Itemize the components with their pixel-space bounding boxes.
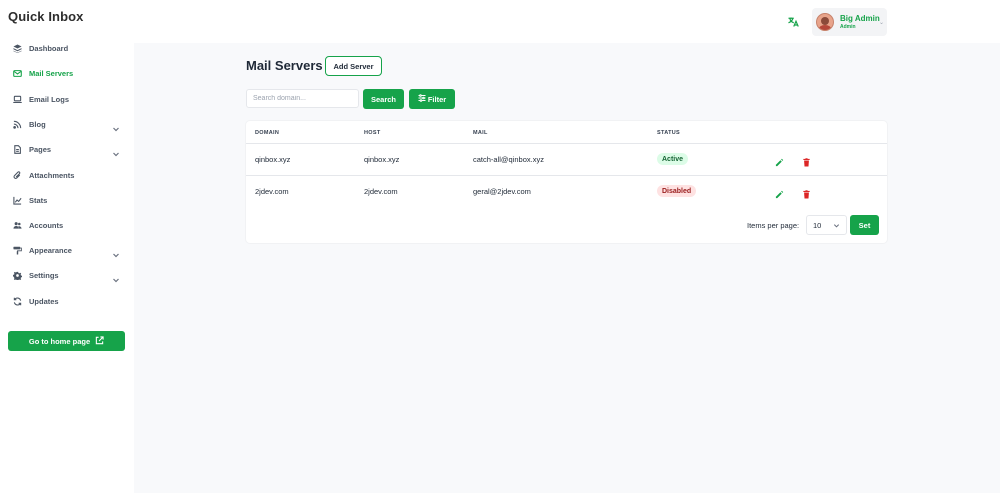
domain-cell: qinbox.xyz [255,155,291,164]
external-link-icon [95,335,104,347]
sidebar-item-label: Blog [29,119,46,129]
status-badge: Active [657,153,689,165]
sidebar-item-appearance[interactable]: Appearance [0,240,134,260]
mail-servers-table: DOMAIN HOST MAIL STATUS qinbox.xyz qinbo… [246,121,887,243]
domain-cell: 2jdev.com [255,187,289,196]
file-icon [12,144,22,154]
users-icon [12,220,22,230]
sidebar-item-pages[interactable]: Pages [0,139,134,159]
go-to-home-button[interactable]: Go to home page [8,331,125,351]
items-per-page-label: Items per page: [747,221,800,230]
items-per-page-value: 10 [813,220,822,230]
sidebar-item-label: Pages [29,144,52,154]
sidebar-item-updates[interactable]: Updates [0,291,134,311]
app-title: Quick Inbox [8,9,84,24]
sidebar-item-accounts[interactable]: Accounts [0,215,134,235]
sidebar-item-mail-servers[interactable]: Mail Servers [0,63,134,83]
sidebar-item-blog[interactable]: Blog [0,114,134,134]
sidebar-item-dashboard[interactable]: Dashboard [0,38,134,58]
sidebar-item-email-logs[interactable]: Email Logs [0,89,134,109]
filter-button-label: Filter [427,94,447,104]
dashboard-icon [12,43,22,53]
delete-icon[interactable] [802,154,811,167]
sidebar-item-settings[interactable]: Settings [0,265,134,285]
chevron-down-icon [112,246,120,258]
edit-icon[interactable] [775,154,784,167]
sidebar-item-label: Email Logs [29,94,70,104]
add-server-button[interactable]: Add Server [325,56,382,76]
top-bar: Quick Inbox Big Admin Admin ⌄ [0,0,1000,43]
chevron-down-icon [112,145,120,157]
mail-cell: geral@2jdev.com [473,187,531,196]
page-title: Mail Servers [246,58,323,73]
edit-icon[interactable] [775,186,784,199]
sidebar-item-attachments[interactable]: Attachments [0,165,134,185]
divider [246,175,887,176]
column-header-status: STATUS [657,130,680,136]
paint-roller-icon [12,245,22,255]
user-name: Big Admin [840,13,880,23]
sidebar-item-label: Mail Servers [29,68,74,78]
sidebar-item-label: Accounts [29,220,64,230]
refresh-icon [12,296,22,306]
chevron-down-icon [112,120,120,132]
laptop-icon [12,94,22,104]
set-button[interactable]: Set [850,215,879,235]
user-role: Admin [840,23,856,30]
home-button-label: Go to home page [28,336,91,346]
status-badge: Disabled [657,185,697,197]
host-cell: qinbox.xyz [364,155,400,164]
chevron-down-icon: ⌄ [878,20,884,26]
translate-icon[interactable] [786,15,800,29]
user-menu[interactable]: Big Admin Admin ⌄ [812,8,887,36]
gear-icon [12,270,22,280]
sidebar-item-stats[interactable]: Stats [0,190,134,210]
sidebar: Dashboard Mail Servers Email Logs Blog P… [0,43,134,493]
chart-icon [12,195,22,205]
chevron-down-icon [112,271,120,283]
rss-icon [12,119,22,129]
sidebar-item-label: Updates [29,296,59,306]
search-input[interactable] [246,89,359,108]
column-header-domain: DOMAIN [255,130,280,136]
mail-icon [12,68,22,78]
filter-button[interactable]: Filter [409,89,455,109]
avatar [816,13,834,31]
sidebar-item-label: Appearance [29,245,72,255]
items-per-page-select[interactable]: 10 [806,215,847,235]
chevron-down-icon [833,222,840,229]
host-cell: 2jdev.com [364,187,398,196]
sidebar-item-label: Dashboard [29,43,69,53]
divider [246,143,887,144]
sidebar-item-label: Attachments [29,170,75,180]
mail-cell: catch-all@qinbox.xyz [473,155,544,164]
column-header-mail: MAIL [473,130,488,136]
sidebar-item-label: Stats [29,195,48,205]
search-button[interactable]: Search [363,89,404,109]
sidebar-item-label: Settings [29,270,59,280]
filter-icon [418,94,426,104]
paperclip-icon [12,170,22,180]
delete-icon[interactable] [802,186,811,199]
column-header-host: HOST [364,130,381,136]
